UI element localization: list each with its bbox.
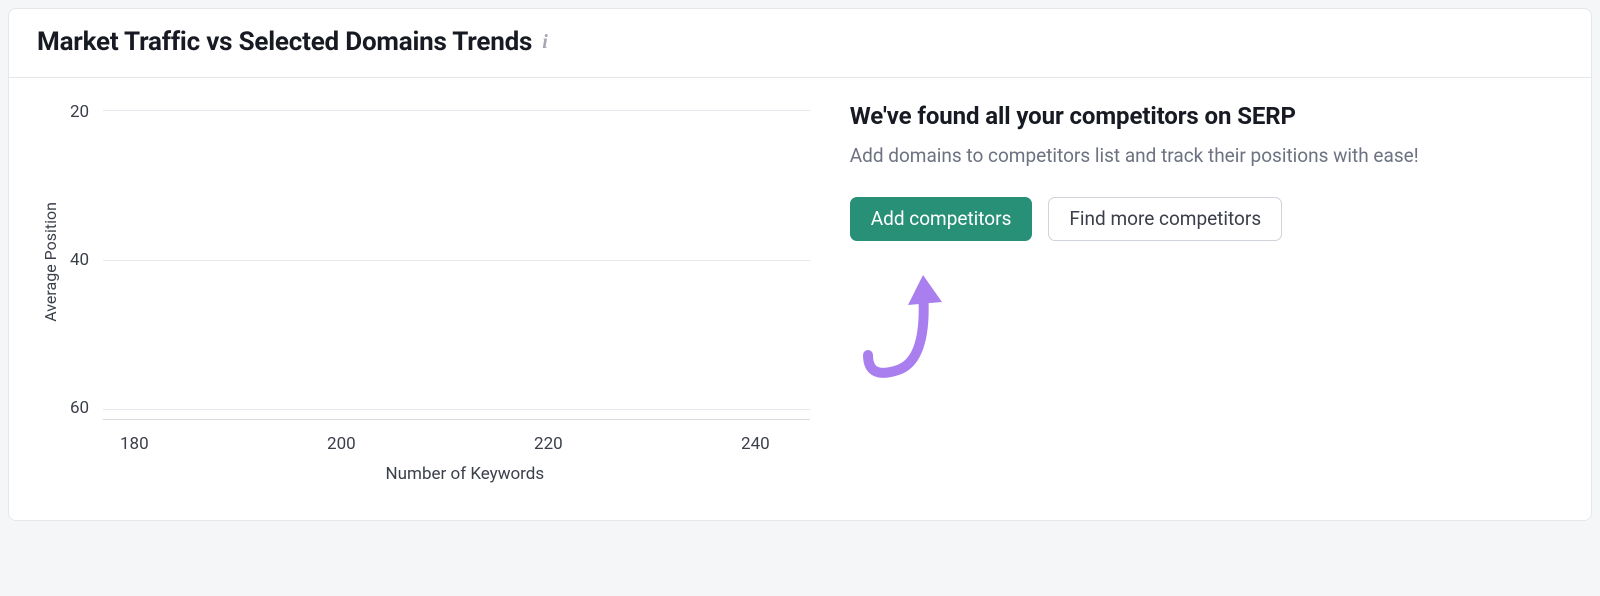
info-icon[interactable]: i xyxy=(542,32,548,52)
promo-title: We've found all your competitors on SERP xyxy=(850,102,1563,130)
chart-column: Average Position 20 40 60 xyxy=(37,100,810,484)
x-tick-row: 180 200 220 240 xyxy=(64,420,810,454)
plot-row: 20 40 60 xyxy=(64,100,810,420)
y-tick: 20 xyxy=(70,102,89,122)
card-title: Market Traffic vs Selected Domains Trend… xyxy=(37,27,532,57)
y-tick: 40 xyxy=(70,250,89,270)
promo-description: Add domains to competitors list and trac… xyxy=(850,142,1450,171)
x-axis-ticks: 180 200 220 240 xyxy=(120,420,810,454)
add-competitors-button[interactable]: Add competitors xyxy=(850,197,1033,242)
x-tick: 200 xyxy=(327,434,356,454)
market-traffic-card: Market Traffic vs Selected Domains Trend… xyxy=(8,8,1592,521)
x-axis-label: Number of Keywords xyxy=(120,464,810,484)
y-tick: 60 xyxy=(70,398,89,418)
card-body: Average Position 20 40 60 xyxy=(9,78,1591,520)
card-header: Market Traffic vs Selected Domains Trend… xyxy=(9,9,1591,78)
promo-column: We've found all your competitors on SERP… xyxy=(850,100,1563,484)
x-tick: 180 xyxy=(120,434,149,454)
find-more-competitors-button[interactable]: Find more competitors xyxy=(1048,197,1282,242)
x-label-row: Number of Keywords xyxy=(64,464,810,484)
y-axis-label: Average Position xyxy=(37,202,64,322)
plot-area[interactable] xyxy=(103,100,810,420)
button-row: Add competitors Find more competitors xyxy=(850,197,1563,242)
x-tick: 220 xyxy=(534,434,563,454)
y-axis-ticks: 20 40 60 xyxy=(64,100,103,420)
chart-inner: 20 40 60 180 200 220 xyxy=(64,100,810,484)
x-tick: 240 xyxy=(741,434,770,454)
arrow-annotation-icon xyxy=(848,260,978,390)
